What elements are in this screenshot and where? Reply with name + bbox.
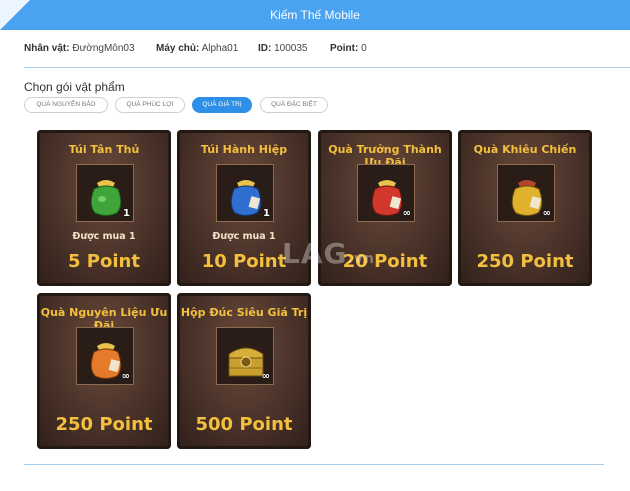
tab-qua-dac-biet[interactable]: QUÀ ĐẶC BIỆT (260, 97, 328, 113)
header-divider (24, 67, 630, 68)
tab-qua-phuc-loi[interactable]: QUÀ PHÚC LỢI (115, 97, 185, 113)
package-price: 250 Point (476, 251, 574, 272)
package-name: Hộp Đúc Siêu Giá Trị (180, 306, 308, 319)
section-title: Chọn gói vật phẩm (24, 80, 125, 94)
package-card-hop-duc-sieu-gia-tri[interactable]: Hộp Đúc Siêu Giá Trị ∞ 500 Point (177, 293, 311, 449)
package-name: Quà Khiêu Chiến (473, 143, 577, 156)
app-header: Kiếm Thế Mobile (0, 0, 630, 30)
player-info-id: ID: 100035 (258, 43, 308, 54)
item-quantity: 1 (263, 208, 270, 219)
tab-qua-gia-tri[interactable]: QUÀ GIÁ TRỊ (192, 97, 252, 113)
package-name: Túi Tân Thủ (68, 143, 140, 156)
package-card-tui-tan-thu[interactable]: Túi Tân Thủ 1 Được mua 1 5 Point (37, 130, 171, 286)
item-quantity: ∞ (121, 371, 130, 382)
blue-bag-icon: 1 (216, 164, 274, 222)
player-info-character: Nhân vật: ĐườngMôn03 (24, 43, 135, 54)
gold-chest-icon: ∞ (216, 327, 274, 385)
app-title: Kiếm Thế Mobile (270, 8, 360, 22)
green-bag-icon: 1 (76, 164, 134, 222)
package-price: 5 Point (68, 251, 140, 272)
footer-divider (24, 464, 604, 465)
item-quantity: 1 (123, 208, 130, 219)
site-watermark: LAG.vn (282, 237, 375, 270)
item-quantity: ∞ (542, 208, 551, 219)
gold-bag-icon: ∞ (497, 164, 555, 222)
orange-bag-icon: ∞ (76, 327, 134, 385)
tab-qua-nguyen-bao[interactable]: QUÀ NGUYÊN BẢO (24, 97, 108, 113)
bag-graphic (90, 180, 122, 216)
player-info-server: Máy chủ: Alpha01 (156, 43, 239, 54)
item-quantity: ∞ (261, 371, 270, 382)
purchase-limit: Được mua 1 (72, 231, 136, 242)
package-name: Túi Hành Hiệp (200, 143, 288, 156)
red-bag-icon: ∞ (357, 164, 415, 222)
package-price: 500 Point (195, 414, 293, 435)
package-price: 250 Point (55, 414, 153, 435)
package-card-qua-khieu-chien[interactable]: Quà Khiêu Chiến ∞ 250 Point (458, 130, 592, 286)
item-quantity: ∞ (402, 208, 411, 219)
player-info-point: Point: 0 (330, 43, 367, 54)
package-card-qua-nguyen-lieu-uu-dai[interactable]: Quà Nguyên Liệu Ưu Đãi ∞ 250 Point (37, 293, 171, 449)
